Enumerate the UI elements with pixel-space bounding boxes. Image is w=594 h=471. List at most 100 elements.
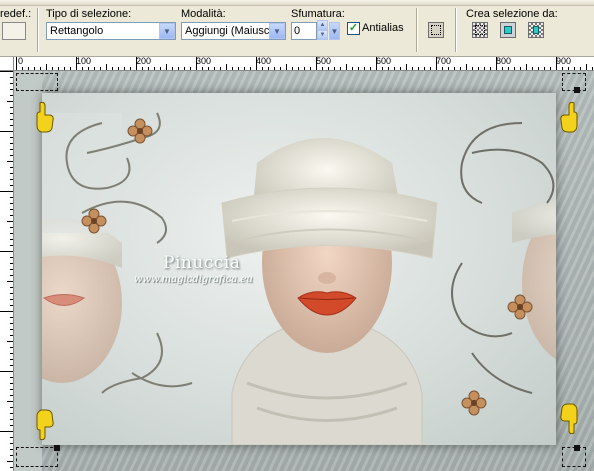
selection-handle[interactable] (54, 445, 60, 451)
from-transparency-button[interactable] (528, 22, 544, 38)
ruler-tick (478, 67, 479, 70)
ruler-tick (10, 407, 13, 408)
ruler-tick (520, 67, 521, 70)
preset-button[interactable] (2, 22, 26, 40)
ruler-tick (154, 67, 155, 70)
ruler-tick (220, 67, 221, 70)
ruler-tick (88, 67, 89, 70)
ruler-label: 600 (376, 57, 392, 66)
toolbar-title-strip (0, 0, 594, 6)
ruler-tick (28, 67, 29, 70)
ruler-tick (16, 57, 17, 70)
ruler-tick (0, 71, 13, 72)
ruler-tick (418, 67, 419, 70)
ruler-tick (202, 67, 203, 70)
ruler-tick (10, 275, 13, 276)
hand-pointer-icon (36, 409, 54, 441)
ruler-tick (10, 419, 13, 420)
central-panel (14, 93, 594, 446)
ruler-tick (10, 449, 13, 450)
ruler-tick (274, 67, 275, 70)
ruler-tick (562, 67, 563, 70)
feather-dropdown-icon[interactable]: ▼ (329, 22, 340, 40)
from-layer-button[interactable] (472, 22, 488, 38)
ruler-tick (544, 67, 545, 70)
ruler-tick (280, 67, 281, 70)
create-selection-label: Crea selezione da: (466, 8, 558, 20)
ruler-tick (484, 67, 485, 70)
ruler-tick (160, 67, 161, 70)
ruler-tick (10, 185, 13, 186)
hand-pointer-icon (560, 403, 578, 435)
selection-marquee[interactable] (16, 447, 58, 467)
ruler-tick (580, 67, 581, 70)
from-layer-icon (475, 25, 485, 35)
ruler-tick (10, 155, 13, 156)
ruler-tick (430, 67, 431, 70)
antialias-label: Antialias (362, 22, 404, 34)
ruler-tick (460, 67, 461, 70)
mode-dropdown[interactable]: Aggiungi (Maiusc) ▼ (181, 22, 286, 40)
ruler-tick (262, 67, 263, 70)
ruler-tick (238, 67, 239, 70)
antialias-checkbox[interactable]: ✓ (347, 22, 360, 35)
ruler-tick (10, 359, 13, 360)
ruler-tick (388, 67, 389, 70)
ruler-tick (10, 227, 13, 228)
selection-handle[interactable] (574, 445, 580, 451)
ruler-tick (214, 67, 215, 70)
ruler-tick (10, 167, 13, 168)
ruler-tick (7, 161, 13, 162)
from-transparency-icon (533, 26, 539, 34)
ruler-tick (412, 67, 413, 70)
ruler-tick (10, 299, 13, 300)
ruler-tick (526, 64, 527, 70)
ruler-tick (10, 179, 13, 180)
ruler-tick (292, 67, 293, 70)
selection-handle[interactable] (574, 87, 580, 93)
ruler-tick (10, 263, 13, 264)
feather-spinner[interactable]: ▲ ▼ (317, 20, 328, 40)
spin-down-icon[interactable]: ▼ (317, 30, 328, 40)
ruler-tick (10, 329, 13, 330)
ruler-tick (10, 269, 13, 270)
ruler-tick (208, 67, 209, 70)
ruler-tick (244, 67, 245, 70)
ruler-tick (10, 389, 13, 390)
feather-input[interactable]: 0 (291, 22, 317, 40)
spin-up-icon[interactable]: ▲ (317, 20, 328, 30)
ruler-tick (10, 413, 13, 414)
image-canvas[interactable]: Pinuccia www.magicdigrafica.eu (14, 71, 594, 471)
ruler-tick (142, 67, 143, 70)
ruler-tick (106, 64, 107, 70)
ruler-tick (118, 67, 119, 70)
chevron-down-icon[interactable]: ▼ (159, 23, 175, 39)
right-ghost-portrait (512, 198, 594, 368)
ruler-label: 0 (18, 57, 24, 66)
ruler-tick (442, 67, 443, 70)
selection-type-dropdown[interactable]: Rettangolo ▼ (46, 22, 176, 40)
left-ghost-portrait (14, 113, 122, 383)
ruler-tick (10, 443, 13, 444)
ruler-tick (472, 67, 473, 70)
toolbar-separator (416, 8, 418, 52)
ruler-tick (10, 317, 13, 318)
select-none-button[interactable] (428, 22, 444, 38)
vertical-ruler (0, 71, 14, 471)
toolbar-separator (455, 8, 457, 52)
ruler-tick (586, 64, 587, 70)
ruler-tick (7, 341, 13, 342)
ruler-tick (334, 67, 335, 70)
hand-pointer-icon (36, 101, 54, 133)
preset-label: redef.: (0, 8, 32, 20)
ruler-tick (10, 287, 13, 288)
ruler-tick (100, 67, 101, 70)
ruler-tick (0, 131, 13, 132)
selection-marquee[interactable] (16, 73, 58, 91)
ruler-tick (82, 67, 83, 70)
central-figure (221, 138, 438, 446)
from-mask-button[interactable] (500, 22, 516, 38)
chevron-down-icon[interactable]: ▼ (269, 23, 285, 39)
ruler-tick (10, 149, 13, 150)
ruler-tick (178, 67, 179, 70)
